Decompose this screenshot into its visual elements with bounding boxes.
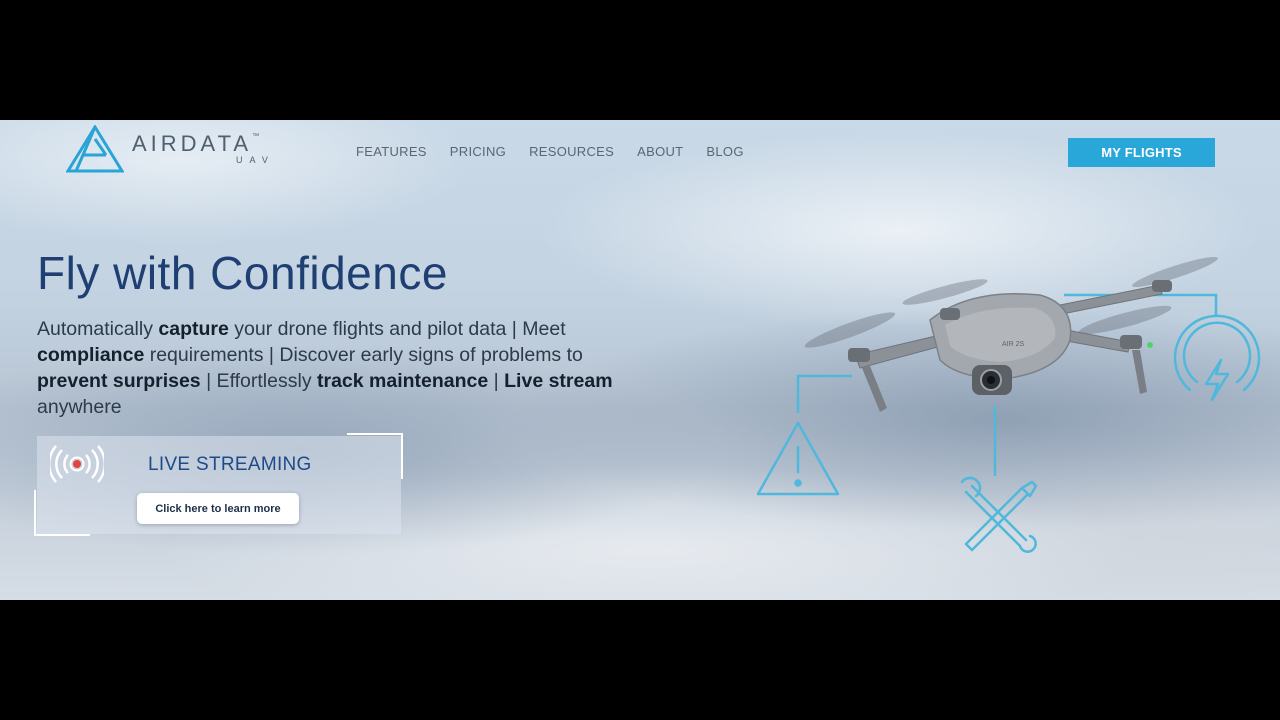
card-corner-bracket [347, 433, 403, 479]
learn-more-button[interactable]: Click here to learn more [137, 493, 299, 524]
live-broadcast-icon [50, 445, 104, 483]
card-corner-bracket [34, 490, 90, 536]
live-streaming-title: LIVE STREAMING [148, 454, 312, 475]
logo-wordmark: AIRDATA™ [132, 131, 260, 156]
my-flights-button[interactable]: MY FLIGHTS [1068, 138, 1215, 167]
drone-illustration: AIR 2S [756, 256, 1261, 553]
nav-item-about[interactable]: ABOUT [637, 144, 683, 159]
drone-model-label: AIR 2S [1002, 341, 1025, 348]
hero-title: Fly with Confidence [37, 247, 448, 299]
logo-triangle-icon [66, 125, 124, 173]
nav-item-features[interactable]: FEATURES [356, 144, 427, 159]
wrench-screwdriver-icon [960, 476, 1038, 553]
nav-item-blog[interactable]: BLOG [706, 144, 743, 159]
letterbox-top [0, 0, 1280, 120]
letterbox-bottom [0, 600, 1280, 720]
airdata-logo[interactable]: AIRDATA™ UAV [66, 124, 275, 174]
hero-description: Automatically capture your drone flights… [37, 318, 613, 418]
hero-section: AIRDATA™ UAV FEATURES PRICING RESOURCES … [0, 120, 1280, 600]
logo-subtitle: UAV [236, 155, 275, 165]
warning-icon [756, 421, 840, 496]
battery-power-icon [1173, 314, 1261, 402]
main-nav: FEATURES PRICING RESOURCES ABOUT BLOG [356, 144, 767, 159]
nav-item-pricing[interactable]: PRICING [450, 144, 506, 159]
nav-item-resources[interactable]: RESOURCES [529, 144, 614, 159]
